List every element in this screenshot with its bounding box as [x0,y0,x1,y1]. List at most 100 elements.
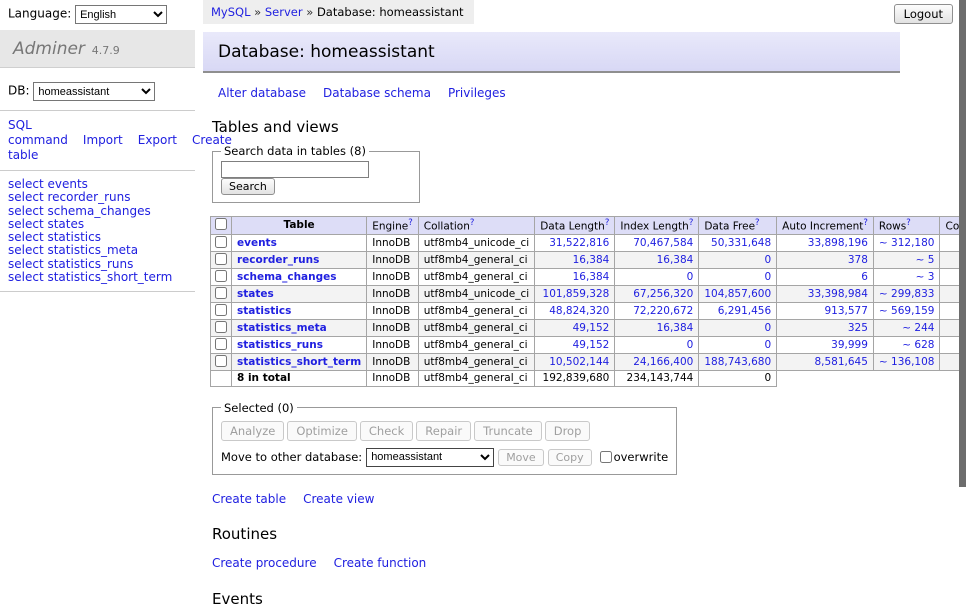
help-link[interactable]: ? [689,218,694,228]
value-link-data-free[interactable]: 0 [764,339,771,351]
help-link[interactable]: ? [863,218,868,228]
value-link-auto-increment[interactable]: 39,999 [831,339,868,351]
table-link-statistics[interactable]: statistics [237,305,291,317]
table-link-events[interactable]: events [237,237,277,249]
value-link-index-length[interactable]: 16,384 [657,322,694,334]
language-select[interactable]: English [75,5,167,24]
move-db-select[interactable]: homeassistant [366,448,494,467]
sidebar-link-select-statistics-meta[interactable]: select statistics_meta [8,244,187,257]
row-checkbox[interactable] [215,287,227,299]
value-link-index-length[interactable]: 0 [687,339,694,351]
db-select[interactable]: homeassistant [33,82,155,101]
link-database-schema[interactable]: Database schema [323,86,431,100]
value-link-data-length[interactable]: 16,384 [573,254,610,266]
value-link-rows[interactable]: ~ 244 [902,322,934,334]
value-link-data-length[interactable]: 16,384 [573,271,610,283]
search-input[interactable] [221,161,369,178]
row-checkbox[interactable] [215,236,227,248]
value-link-auto-increment[interactable]: 8,581,645 [814,356,867,368]
value-link-data-length[interactable]: 31,522,816 [549,237,609,249]
value-link-index-length[interactable]: 24,166,400 [633,356,693,368]
link-alter-database[interactable]: Alter database [218,86,306,100]
overwrite-checkbox[interactable] [600,451,612,463]
help-link[interactable]: ? [906,218,911,228]
value-link-rows[interactable]: ~ 5 [916,254,935,266]
sidebar-action-sql-command[interactable]: SQL command [8,118,68,147]
help-link[interactable]: ? [605,218,610,228]
search-button[interactable]: Search [221,178,275,195]
breadcrumb-link-mysql[interactable]: MySQL [211,5,251,19]
sidebar-link-select-events[interactable]: select events [8,178,187,191]
row-checkbox[interactable] [215,270,227,282]
breadcrumb-link-server[interactable]: Server [265,5,303,19]
check-button[interactable]: Check [360,421,413,441]
value-link-rows[interactable]: ~ 569,159 [879,305,935,317]
value-link-data-free[interactable]: 6,291,456 [718,305,771,317]
sidebar-link-select-recorder-runs[interactable]: select recorder_runs [8,191,187,204]
row-checkbox[interactable] [215,355,227,367]
value-link-data-length[interactable]: 101,859,328 [543,288,610,300]
sidebar-action-export[interactable]: Export [138,133,177,147]
optimize-button[interactable]: Optimize [287,421,357,441]
adminer-version[interactable]: 4.7.9 [92,44,120,57]
link-privileges[interactable]: Privileges [448,86,506,100]
value-link-data-length[interactable]: 10,502,144 [549,356,609,368]
table-link-statistics-short-term[interactable]: statistics_short_term [237,356,361,368]
value-link-data-free[interactable]: 104,857,600 [704,288,771,300]
table-link-states[interactable]: states [237,288,274,300]
move-button[interactable]: Move [498,449,544,466]
drop-button[interactable]: Drop [545,421,591,441]
row-checkbox[interactable] [215,304,227,316]
link-create-procedure[interactable]: Create procedure [212,556,317,570]
row-checkbox[interactable] [215,253,227,265]
link-create-function[interactable]: Create function [334,556,427,570]
value-link-data-length[interactable]: 48,824,320 [549,305,609,317]
sidebar-link-select-statistics-short-term[interactable]: select statistics_short_term [8,271,187,284]
value-link-rows[interactable]: ~ 628 [902,339,934,351]
value-link-index-length[interactable]: 67,256,320 [633,288,693,300]
value-link-auto-increment[interactable]: 325 [848,322,868,334]
table-link-schema-changes[interactable]: schema_changes [237,271,337,283]
table-link-statistics-meta[interactable]: statistics_meta [237,322,327,334]
adminer-logo-link[interactable]: Adminer [13,39,85,59]
help-link[interactable]: ? [755,218,760,228]
sidebar-link-select-statistics[interactable]: select statistics [8,231,187,244]
select-all-checkbox[interactable] [215,218,227,230]
value-link-rows[interactable]: ~ 312,180 [879,237,935,249]
value-link-index-length[interactable]: 70,467,584 [633,237,693,249]
analyze-button[interactable]: Analyze [221,421,284,441]
scrollbar-thumb[interactable] [959,0,966,487]
copy-button[interactable]: Copy [548,449,592,466]
value-link-auto-increment[interactable]: 913,577 [825,305,868,317]
value-link-rows[interactable]: ~ 3 [916,271,935,283]
repair-button[interactable]: Repair [416,421,471,441]
sidebar-link-select-statistics-runs[interactable]: select statistics_runs [8,258,187,271]
sidebar-action-import[interactable]: Import [83,133,123,147]
value-link-index-length[interactable]: 0 [687,271,694,283]
value-link-data-free[interactable]: 0 [764,271,771,283]
help-link[interactable]: ? [408,218,413,228]
value-link-data-length[interactable]: 49,152 [573,339,610,351]
value-link-index-length[interactable]: 16,384 [657,254,694,266]
value-link-rows[interactable]: ~ 299,833 [879,288,935,300]
help-link[interactable]: ? [470,218,475,228]
sidebar-link-select-schema-changes[interactable]: select schema_changes [8,205,187,218]
truncate-button[interactable]: Truncate [474,421,542,441]
value-link-auto-increment[interactable]: 378 [848,254,868,266]
sidebar-link-select-states[interactable]: select states [8,218,187,231]
row-checkbox[interactable] [215,338,227,350]
value-link-index-length[interactable]: 72,220,672 [633,305,693,317]
value-link-data-free[interactable]: 188,743,680 [704,356,771,368]
table-link-recorder-runs[interactable]: recorder_runs [237,254,319,266]
value-link-data-free[interactable]: 0 [764,254,771,266]
value-link-data-free[interactable]: 0 [764,322,771,334]
value-link-auto-increment[interactable]: 33,398,984 [808,288,868,300]
value-link-auto-increment[interactable]: 33,898,196 [808,237,868,249]
table-link-statistics-runs[interactable]: statistics_runs [237,339,323,351]
value-link-auto-increment[interactable]: 6 [861,271,868,283]
link-create-view[interactable]: Create view [303,492,374,506]
row-checkbox[interactable] [215,321,227,333]
link-create-table[interactable]: Create table [212,492,286,506]
value-link-rows[interactable]: ~ 136,108 [879,356,935,368]
value-link-data-length[interactable]: 49,152 [573,322,610,334]
